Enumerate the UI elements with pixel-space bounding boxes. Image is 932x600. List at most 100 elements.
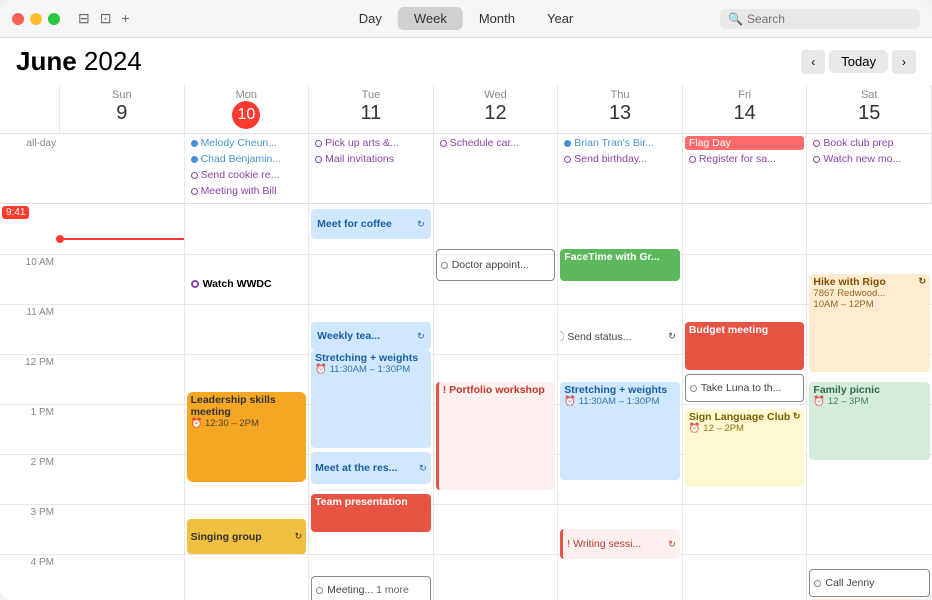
event-dot bbox=[440, 140, 447, 147]
day-header-sat: Sat 15 bbox=[807, 85, 932, 133]
event-dot bbox=[690, 385, 697, 392]
hour-block bbox=[558, 554, 682, 600]
all-day-event[interactable]: Mail invitations bbox=[311, 152, 431, 166]
all-day-event-meeting-bill[interactable]: Meeting with Bill bbox=[187, 184, 307, 198]
day-col-sun bbox=[60, 204, 185, 600]
current-time-line bbox=[60, 238, 184, 240]
event-dot bbox=[316, 587, 323, 594]
time-slot-12pm: 12 PM bbox=[0, 354, 60, 404]
time-slot-2pm: 2 PM bbox=[0, 454, 60, 504]
inbox-icon[interactable]: ⊡ bbox=[100, 10, 112, 27]
calendar-window: ⊟ ⊡ + Day Week Month Year 🔍 June 2024 ‹ … bbox=[0, 0, 932, 600]
all-day-fri: Flag Day Register for sa... bbox=[683, 134, 808, 203]
all-day-event[interactable]: Watch new mo... bbox=[809, 152, 929, 166]
hour-block bbox=[434, 504, 558, 554]
day-header-tue: Tue 11 bbox=[309, 85, 434, 133]
event-dot bbox=[814, 580, 821, 587]
all-day-event[interactable]: Melody Cheun... bbox=[187, 136, 307, 150]
event-portfolio-workshop[interactable]: ! Portfolio workshop bbox=[436, 382, 556, 490]
hour-block bbox=[434, 304, 558, 354]
hour-block bbox=[60, 404, 184, 454]
event-dot bbox=[191, 140, 198, 147]
search-icon: 🔍 bbox=[728, 12, 743, 26]
all-day-mon: Melody Cheun... Chad Benjamin... Send co… bbox=[185, 134, 310, 203]
event-meeting-more[interactable]: Meeting... 1 more bbox=[311, 576, 431, 600]
hour-block bbox=[185, 204, 309, 254]
hour-block bbox=[60, 254, 184, 304]
search-bar[interactable]: 🔍 bbox=[720, 9, 920, 29]
hour-block bbox=[434, 204, 558, 254]
event-leadership[interactable]: Leadership skills meeting ⏰ 12:30 – 2PM bbox=[187, 392, 307, 482]
hour-block bbox=[683, 254, 807, 304]
event-call-jenny[interactable]: Call Jenny bbox=[809, 569, 930, 597]
event-dot bbox=[813, 156, 820, 163]
day-header-sun: Sun 9 bbox=[60, 85, 185, 133]
sidebar-icon[interactable]: ⊟ bbox=[78, 10, 90, 27]
event-take-luna[interactable]: Take Luna to th... bbox=[685, 374, 805, 402]
all-day-event[interactable]: Send birthday... bbox=[560, 152, 680, 166]
event-dot bbox=[191, 156, 198, 163]
today-button[interactable]: Today bbox=[829, 50, 888, 73]
event-doctor[interactable]: Doctor appoint... bbox=[436, 249, 556, 281]
event-watch-wwdc[interactable]: Watch WWDC bbox=[187, 266, 307, 301]
event-hike-rigo[interactable]: Hike with Rigo ↻ 7867 Redwood... 10AM – … bbox=[809, 274, 930, 372]
hour-block bbox=[807, 504, 932, 554]
all-day-label: all-day bbox=[0, 134, 60, 203]
add-icon[interactable]: + bbox=[121, 10, 129, 27]
scroll-area[interactable]: 9:41 10 AM 11 AM 12 PM 1 PM 2 PM 3 PM 4 … bbox=[0, 204, 932, 600]
all-day-sat: Book club prep Watch new mo... bbox=[807, 134, 932, 203]
event-facetime[interactable]: FaceTime with Gr... bbox=[560, 249, 680, 281]
event-budget-meeting[interactable]: Budget meeting bbox=[685, 322, 805, 370]
day-header-mon: Mon 10 bbox=[185, 85, 310, 133]
tab-month[interactable]: Month bbox=[463, 7, 531, 30]
repeat-icon: ↻ bbox=[793, 411, 801, 423]
all-day-event-pickup-arts[interactable]: Pick up arts &... bbox=[311, 136, 431, 150]
close-button[interactable] bbox=[12, 13, 24, 25]
event-team-presentation[interactable]: Team presentation bbox=[311, 494, 431, 532]
event-send-status[interactable]: ⃝ Send status... ↻ bbox=[560, 322, 680, 350]
all-day-wed: Schedule car... bbox=[434, 134, 559, 203]
minimize-button[interactable] bbox=[30, 13, 42, 25]
hour-block bbox=[558, 204, 682, 254]
hour-block bbox=[683, 204, 807, 254]
event-family-picnic[interactable]: Family picnic ⏰ 12 – 3PM bbox=[809, 382, 930, 460]
event-sign-language[interactable]: Sign Language Club ↻ ⏰ 12 – 2PM bbox=[685, 409, 805, 487]
event-dot bbox=[689, 156, 696, 163]
calendar-header: June 2024 ‹ Today › bbox=[0, 38, 932, 85]
repeat-icon: ↻ bbox=[417, 331, 425, 342]
all-day-thu: Brian Tran's Bir... Send birthday... bbox=[558, 134, 683, 203]
event-weekly-tea[interactable]: Weekly tea... ↻ bbox=[311, 322, 431, 350]
day-header-wed: Wed 12 bbox=[434, 85, 559, 133]
event-singing-group[interactable]: Singing group ↻ bbox=[187, 519, 307, 554]
event-meet-coffee[interactable]: Meet for coffee ↻ bbox=[311, 209, 431, 239]
event-meet-res-tue[interactable]: Meet at the res... ↻ bbox=[311, 452, 431, 484]
event-stretching-thu[interactable]: Stretching + weights ⏰ 11:30AM – 1:30PM bbox=[560, 382, 680, 480]
day-headers: Sun 9 Mon 10 Tue 11 Wed 12 Thu 13 Fri 14 bbox=[0, 85, 932, 134]
tab-day[interactable]: Day bbox=[343, 7, 398, 30]
traffic-lights bbox=[12, 13, 60, 25]
all-day-sun bbox=[60, 134, 185, 203]
tab-week[interactable]: Week bbox=[398, 7, 463, 30]
time-slot-10am: 10 AM bbox=[0, 254, 60, 304]
all-day-event[interactable]: Send cookie re... bbox=[187, 168, 307, 182]
repeat-icon: ↻ bbox=[918, 276, 926, 288]
all-day-event[interactable]: Brian Tran's Bir... bbox=[560, 136, 680, 150]
day-header-thu: Thu 13 bbox=[558, 85, 683, 133]
time-slot-4pm: 4 PM bbox=[0, 554, 60, 600]
search-input[interactable] bbox=[747, 12, 897, 26]
day-col-tue: Meet for coffee ↻ Weekly tea... ↻ Stretc… bbox=[309, 204, 434, 600]
hour-block bbox=[60, 354, 184, 404]
event-writing-session[interactable]: ! Writing sessi... ↻ bbox=[560, 529, 680, 559]
event-dot bbox=[813, 140, 820, 147]
all-day-event-book-club[interactable]: Book club prep bbox=[809, 136, 929, 150]
maximize-button[interactable] bbox=[48, 13, 60, 25]
all-day-event[interactable]: Chad Benjamin... bbox=[187, 152, 307, 166]
all-day-event-flag-day[interactable]: Flag Day bbox=[685, 136, 805, 150]
tab-year[interactable]: Year bbox=[531, 7, 589, 30]
event-stretching-tue[interactable]: Stretching + weights ⏰ 11:30AM – 1:30PM bbox=[311, 350, 431, 448]
next-arrow[interactable]: › bbox=[892, 50, 916, 74]
hour-block bbox=[60, 304, 184, 354]
prev-arrow[interactable]: ‹ bbox=[801, 50, 825, 74]
all-day-event[interactable]: Register for sa... bbox=[685, 152, 805, 166]
all-day-event[interactable]: Schedule car... bbox=[436, 136, 556, 150]
